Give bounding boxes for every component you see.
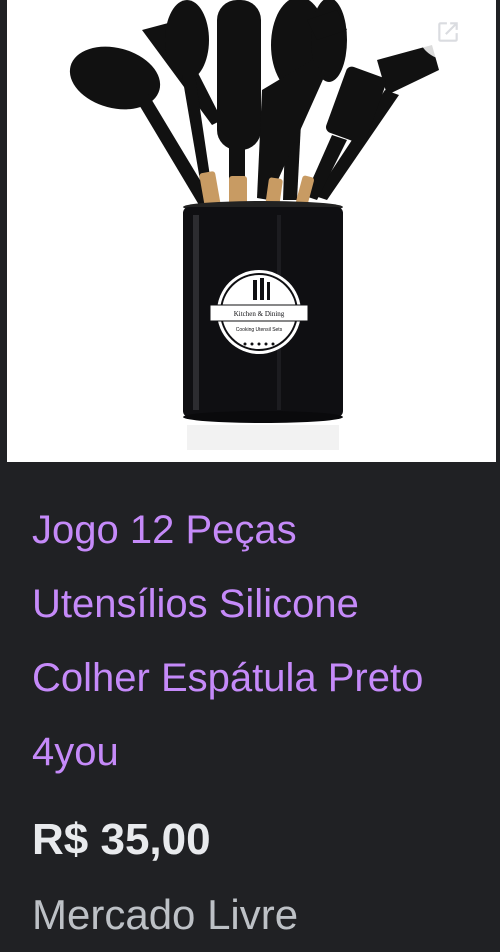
result-card-frame: Kitchen & Dining Cooking Utensil Sets Jo…	[0, 0, 500, 952]
utensils	[69, 0, 439, 205]
right-edge	[496, 0, 500, 952]
product-image[interactable]: Kitchen & Dining Cooking Utensil Sets	[7, 0, 496, 462]
image-label-line2: Cooking Utensil Sets	[236, 327, 283, 333]
utensil-holder: Kitchen & Dining Cooking Utensil Sets	[183, 201, 343, 450]
store-name: Mercado Livre	[32, 891, 299, 938]
utensil-set-illustration: Kitchen & Dining Cooking Utensil Sets	[69, 0, 439, 450]
product-card[interactable]: Kitchen & Dining Cooking Utensil Sets Jo…	[7, 0, 496, 952]
image-label-line1: Kitchen & Dining	[234, 310, 285, 318]
product-title[interactable]: Jogo 12 Peças Utensílios Silicone Colher…	[32, 493, 482, 789]
open-in-new-icon	[438, 22, 458, 42]
left-edge	[0, 0, 7, 952]
product-price: R$ 35,00	[32, 815, 211, 864]
open-in-new-button[interactable]	[418, 4, 478, 60]
